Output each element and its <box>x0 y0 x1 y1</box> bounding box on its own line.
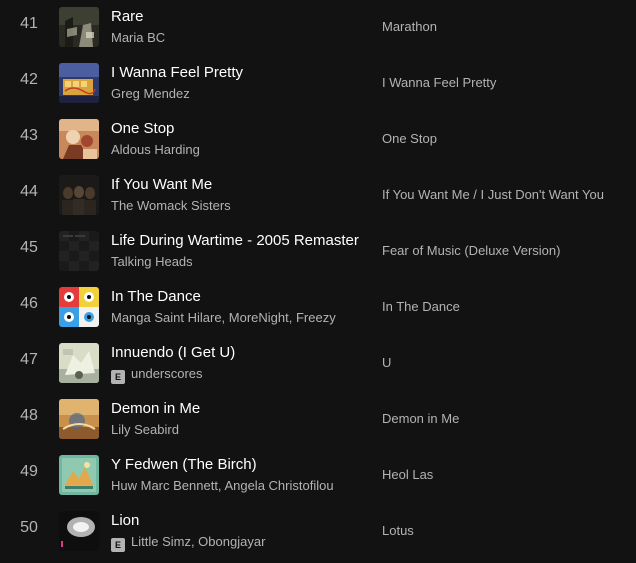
track-number: 43 <box>20 127 38 144</box>
track-artists: Huw Marc Bennett, Angela Christofilou <box>111 478 357 493</box>
artist-link[interactable]: Manga Saint Hilare, MoreNight, Freezy <box>111 310 336 325</box>
track-row[interactable]: 50 Lion E Little Simz, Obongjayar Lotus <box>0 503 636 559</box>
track-row[interactable]: 43 One Stop Aldous Harding One Stop <box>0 111 636 167</box>
if-you-want-me-cover-art-icon <box>59 175 99 215</box>
album-link[interactable]: U <box>382 355 632 370</box>
one-stop-cover-art-icon <box>59 119 99 159</box>
track-title[interactable]: One Stop <box>111 120 359 137</box>
track-title[interactable]: Y Fedwen (The Birch) <box>111 456 359 473</box>
i-wanna-feel-pretty-cover-art-icon <box>59 63 99 103</box>
explicit-badge: E <box>111 538 125 552</box>
lotus-cover-art-icon <box>59 511 99 551</box>
track-row[interactable]: 46 In The Dance Manga Saint Hilare, More… <box>0 279 636 335</box>
track-number: 41 <box>20 15 38 32</box>
album-link[interactable]: Lotus <box>382 523 632 538</box>
artist-link[interactable]: Aldous Harding <box>111 142 200 157</box>
track-row[interactable]: 41 Rare Maria BC Marathon <box>0 0 636 55</box>
artist-link[interactable]: Little Simz, Obongjayar <box>131 534 265 549</box>
track-artists: E Little Simz, Obongjayar <box>111 534 357 552</box>
track-row[interactable]: 48 Demon in Me Lily Seabird Demon in Me <box>0 391 636 447</box>
track-number: 49 <box>20 463 38 480</box>
track-artists: Manga Saint Hilare, MoreNight, Freezy <box>111 310 357 325</box>
track-number: 42 <box>20 71 38 88</box>
track-title[interactable]: Life During Wartime - 2005 Remaster <box>111 232 359 249</box>
track-title[interactable]: Rare <box>111 8 359 25</box>
track-number: 46 <box>20 295 38 312</box>
album-link[interactable]: Heol Las <box>382 467 632 482</box>
fear-of-music-cover-art-icon <box>59 231 99 271</box>
track-number: 44 <box>20 183 38 200</box>
track-title[interactable]: Innuendo (I Get U) <box>111 344 359 361</box>
track-number: 47 <box>20 351 38 368</box>
tracklist: 41 Rare Maria BC Marathon 42 I Wanna Fee… <box>0 0 636 559</box>
artist-link[interactable]: Lily Seabird <box>111 422 179 437</box>
artist-link[interactable]: Greg Mendez <box>111 86 190 101</box>
track-title[interactable]: Lion <box>111 512 359 529</box>
track-row[interactable]: 42 I Wanna Feel Pretty Greg Mendez I Wan… <box>0 55 636 111</box>
track-number: 45 <box>20 239 38 256</box>
artist-link[interactable]: underscores <box>131 366 203 381</box>
track-title[interactable]: Demon in Me <box>111 400 359 417</box>
album-link[interactable]: If You Want Me / I Just Don't Want You <box>382 187 632 202</box>
track-title[interactable]: I Wanna Feel Pretty <box>111 64 359 81</box>
track-number: 48 <box>20 407 38 424</box>
heol-las-cover-art-icon <box>59 455 99 495</box>
album-link[interactable]: One Stop <box>382 131 632 146</box>
artist-link[interactable]: Maria BC <box>111 30 165 45</box>
u-cover-art-icon <box>59 343 99 383</box>
demon-in-me-cover-art-icon <box>59 399 99 439</box>
track-artists: Lily Seabird <box>111 422 357 437</box>
album-link[interactable]: In The Dance <box>382 299 632 314</box>
track-row[interactable]: 47 Innuendo (I Get U) Eunderscores U <box>0 335 636 391</box>
track-artists: Aldous Harding <box>111 142 357 157</box>
album-link[interactable]: Fear of Music (Deluxe Version) <box>382 243 632 258</box>
album-link[interactable]: Demon in Me <box>382 411 632 426</box>
track-title[interactable]: If You Want Me <box>111 176 359 193</box>
track-artists: The Womack Sisters <box>111 198 357 213</box>
track-row[interactable]: 45 Life During Wartime - 2005 Remaster T… <box>0 223 636 279</box>
rare-cover-art-icon <box>59 7 99 47</box>
in-the-dance-cover-art-icon <box>59 287 99 327</box>
track-row[interactable]: 49 Y Fedwen (The Birch) Huw Marc Bennett… <box>0 447 636 503</box>
track-row[interactable]: 44 If You Want Me The Womack Sisters If … <box>0 167 636 223</box>
explicit-badge: E <box>111 370 125 384</box>
track-artists: Greg Mendez <box>111 86 357 101</box>
track-number: 50 <box>20 519 38 536</box>
track-artists: Maria BC <box>111 30 357 45</box>
artist-link[interactable]: Talking Heads <box>111 254 193 269</box>
track-title[interactable]: In The Dance <box>111 288 359 305</box>
artist-link[interactable]: The Womack Sisters <box>111 198 231 213</box>
artist-link[interactable]: Huw Marc Bennett, Angela Christofilou <box>111 478 334 493</box>
track-artists: Talking Heads <box>111 254 357 269</box>
track-artists: Eunderscores <box>111 366 357 384</box>
album-link[interactable]: Marathon <box>382 19 632 34</box>
album-link[interactable]: I Wanna Feel Pretty <box>382 75 632 90</box>
